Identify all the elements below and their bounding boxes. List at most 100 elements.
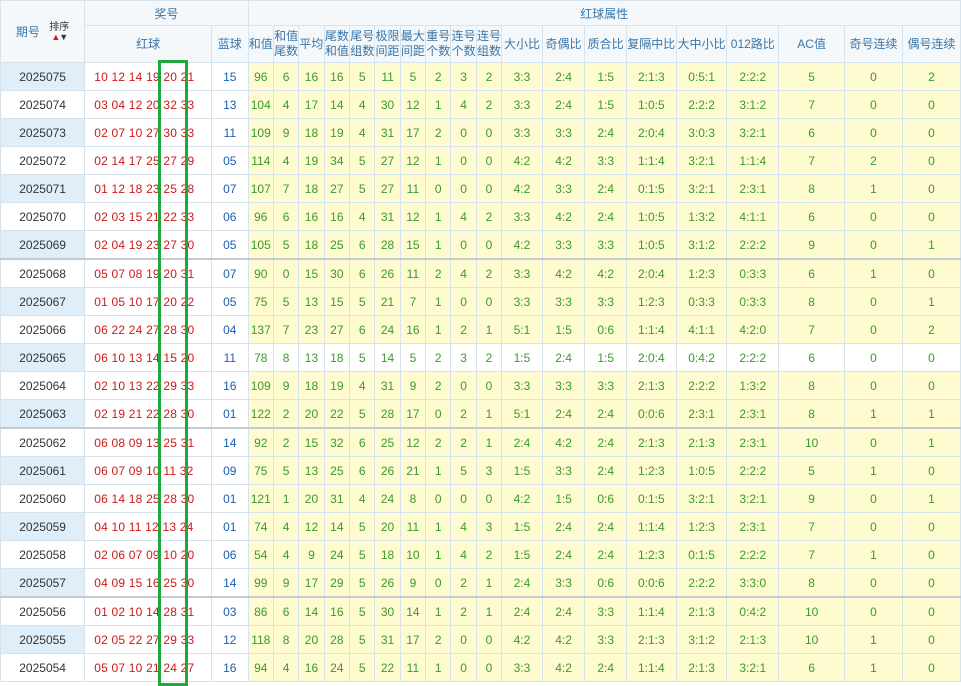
attr-cell: 12	[399, 427, 427, 457]
period-cell: 2025067	[0, 287, 86, 316]
red-attr-group-header: 红球属性	[247, 0, 961, 26]
attr-cell: 5	[349, 146, 376, 175]
attr-cell: 2:3:1	[726, 427, 780, 457]
attr-cell: 1	[901, 484, 961, 513]
period-cell: 2025072	[0, 146, 86, 175]
attr-cell: 7	[778, 146, 846, 175]
attr-cell: 2	[425, 62, 452, 91]
red-ball-cell: 01 12 18 23 25 28	[84, 174, 213, 203]
attr-cell: 1:1:4	[625, 315, 677, 344]
attr-cell: 2:4	[541, 90, 586, 119]
blue-ball-cell: 15	[211, 62, 249, 91]
attr-cell: 6	[349, 315, 376, 344]
table-row: 2025070 02 03 15 21 22 33 06 96 6 16 16 4 31 12 1 4…	[0, 202, 961, 231]
attr-cell: 5	[349, 653, 376, 682]
attr-cell: 34	[323, 146, 351, 175]
attr-col-header: 奇偶比	[541, 25, 586, 63]
attr-cell: 4:1:1	[675, 315, 728, 344]
attr-cell: 0	[272, 258, 300, 288]
blue-ball-cell: 09	[211, 456, 249, 485]
attr-cell: 5	[349, 399, 376, 429]
attr-cell: 3:3	[541, 230, 586, 260]
attr-cell: 0	[450, 146, 477, 175]
attr-cell: 75	[247, 456, 274, 485]
attr-cell: 1:1:4	[625, 512, 677, 541]
attr-cell: 2:4	[584, 202, 627, 231]
attr-cell: 31	[374, 202, 401, 231]
attr-cell: 0	[844, 512, 903, 541]
attr-cell: 8	[399, 484, 427, 513]
attr-cell: 1:2:3	[625, 540, 677, 569]
attr-cell: 1	[425, 653, 452, 682]
attr-cell: 1:1:4	[625, 653, 677, 682]
attr-cell: 6	[778, 118, 846, 147]
attr-cell: 2:2:2	[726, 540, 780, 569]
attr-cell: 16	[298, 653, 325, 682]
attr-cell: 1	[475, 596, 503, 626]
attr-cell: 1	[844, 653, 903, 682]
attr-cell: 0	[901, 343, 961, 372]
attr-cell: 27	[374, 174, 401, 203]
blue-ball-cell: 01	[211, 399, 249, 429]
attr-cell: 17	[298, 90, 325, 119]
attr-cell: 18	[298, 230, 325, 260]
attr-cell: 1	[425, 202, 452, 231]
attr-cell: 109	[247, 371, 274, 400]
attr-cell: 14	[298, 596, 325, 626]
attr-cell: 1	[901, 230, 961, 260]
attr-cell: 9	[778, 484, 846, 513]
attr-col-header: 奇号连续	[844, 25, 903, 63]
attr-cell: 2:2:2	[726, 456, 780, 485]
sort-button[interactable]: 排序 ▲▼	[49, 22, 69, 42]
attr-cell: 2:4	[541, 62, 586, 91]
period-cell: 2025058	[0, 540, 86, 569]
table-row: 2025071 01 12 18 23 25 28 07 107 7 18 27 5 27 11 0…	[0, 174, 961, 203]
attr-cell: 3:0:3	[675, 118, 728, 147]
attr-cell: 2	[475, 202, 503, 231]
attr-cell: 0	[844, 230, 903, 260]
red-ball-cell: 06 10 13 14 15 20	[84, 343, 213, 372]
attr-cell: 90	[247, 258, 274, 288]
blue-ball-cell: 01	[211, 484, 249, 513]
attr-cell: 5	[349, 596, 376, 626]
attr-cell: 0	[901, 512, 961, 541]
attr-cell: 1	[425, 90, 452, 119]
attr-cell: 0:3:3	[726, 287, 780, 316]
attr-col-header: 平均值	[298, 25, 325, 63]
table-row: 2025065 06 10 13 14 15 20 11 78 8 13 18 5 14 5 2 3 2…	[0, 343, 961, 372]
attr-cell: 2:3:1	[675, 399, 728, 429]
attr-cell: 3:1:2	[675, 230, 728, 260]
attr-cell: 5	[272, 456, 300, 485]
attr-cell: 0	[844, 596, 903, 626]
attr-cell: 2	[450, 596, 477, 626]
attr-cell: 2:1:3	[625, 427, 677, 457]
attr-cell: 3:2:1	[675, 146, 728, 175]
attr-cell: 0	[844, 371, 903, 400]
attr-cell: 11	[399, 174, 427, 203]
attr-cell: 14	[399, 596, 427, 626]
attr-cell: 74	[247, 512, 274, 541]
attr-cell: 1:0:5	[675, 456, 728, 485]
attr-cell: 0	[901, 653, 961, 682]
attr-cell: 2	[475, 258, 503, 288]
blue-ball-cell: 05	[211, 146, 249, 175]
attr-cell: 1	[425, 146, 452, 175]
attr-cell: 11	[399, 512, 427, 541]
attr-cell: 2	[844, 146, 903, 175]
attr-cell: 2:4	[501, 427, 543, 457]
attr-cell: 5	[272, 287, 300, 316]
attr-cell: 54	[247, 540, 274, 569]
blue-ball-cell: 04	[211, 315, 249, 344]
attr-cell: 1	[844, 456, 903, 485]
blue-ball-cell: 14	[211, 427, 249, 457]
attr-cell: 0:6	[584, 315, 627, 344]
attr-cell: 3:3	[584, 287, 627, 316]
period-cell: 2025065	[0, 343, 86, 372]
blue-ball-header: 蓝球	[211, 25, 249, 63]
attr-col-header: 尾号组数	[349, 25, 376, 63]
attr-cell: 5	[778, 62, 846, 91]
attr-cell: 20	[298, 625, 325, 654]
blue-ball-cell: 07	[211, 258, 249, 288]
attr-cell: 6	[349, 427, 376, 457]
attr-cell: 1:0:5	[625, 230, 677, 260]
